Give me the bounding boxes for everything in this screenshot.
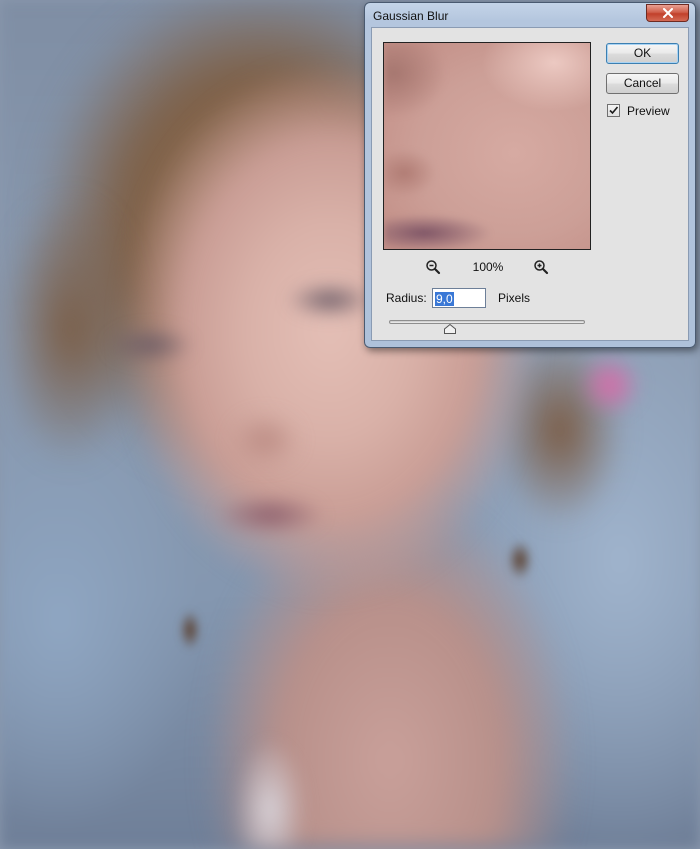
zoom-controls: 100%	[383, 258, 591, 276]
radius-unit-label: Pixels	[498, 291, 531, 305]
radius-input[interactable]: 9,0	[432, 288, 486, 308]
zoom-level: 100%	[472, 260, 504, 274]
preview-checkbox[interactable]	[607, 104, 620, 117]
preview-lip	[384, 43, 590, 249]
radius-slider-track[interactable]	[389, 320, 585, 324]
zoom-in-button[interactable]	[533, 259, 549, 275]
dialog-body: 100% Radius: 9,0 Pixels OK Cancel Previe…	[371, 27, 689, 341]
preview-checkbox-row: Preview	[607, 104, 687, 120]
ok-button[interactable]: OK	[606, 43, 679, 64]
close-button[interactable]	[646, 4, 689, 22]
checkmark-icon	[609, 106, 619, 115]
preview-label: Preview	[627, 104, 670, 118]
dialog-title: Gaussian Blur	[373, 9, 449, 23]
gaussian-blur-dialog: Gaussian Blur 100% Radius: 9,0 Pixels OK…	[364, 2, 696, 348]
filter-preview-image[interactable]	[383, 42, 591, 250]
radius-label: Radius:	[386, 291, 427, 305]
cancel-button[interactable]: Cancel	[606, 73, 679, 94]
zoom-out-icon	[426, 260, 441, 275]
zoom-in-icon	[534, 260, 549, 275]
close-icon	[662, 8, 673, 18]
slider-thumb-icon[interactable]	[444, 324, 456, 334]
dialog-titlebar[interactable]: Gaussian Blur	[365, 3, 695, 27]
radius-value: 9,0	[435, 292, 454, 306]
zoom-out-button[interactable]	[425, 259, 441, 275]
radius-row: Radius: 9,0 Pixels	[386, 288, 606, 310]
photo-canvas: Gaussian Blur 100% Radius: 9,0 Pixels OK…	[0, 0, 700, 849]
